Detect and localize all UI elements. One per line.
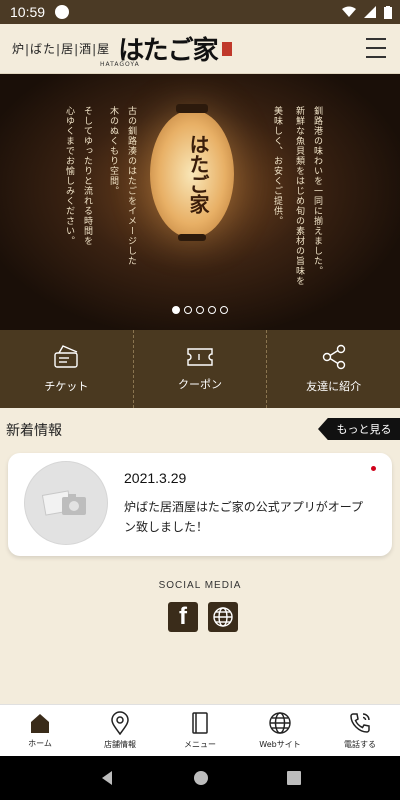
recents-icon[interactable] xyxy=(287,771,301,785)
tab-home-label: ホーム xyxy=(28,739,52,748)
facebook-icon[interactable]: f xyxy=(168,602,198,632)
carousel-dot[interactable] xyxy=(172,306,180,314)
news-title: 新着情報 xyxy=(6,423,62,439)
social-media-label: SOCIAL MEDIA xyxy=(158,580,242,591)
social-links: f xyxy=(168,602,238,632)
news-body: 炉ばた居酒屋はたご家の公式アプリがオープン致しました！ xyxy=(124,500,364,534)
hero-text-col: 釧路港の味わいを一同に揃えました。 xyxy=(312,106,322,276)
tab-store[interactable]: 店舗情報 xyxy=(80,705,160,756)
tab-website-label: Webサイト xyxy=(259,740,301,749)
back-icon[interactable] xyxy=(99,770,115,786)
ticket-label: チケット xyxy=(44,380,89,393)
hero-text-col: そしてゆったりと流れる時間を xyxy=(82,106,92,246)
news-header: 新着情報 もっと見る xyxy=(0,416,400,442)
refer-label: 友達に紹介 xyxy=(306,380,362,393)
carousel-dot[interactable] xyxy=(220,306,228,314)
hero-text-col: 木のぬくもり空間。 xyxy=(108,106,118,196)
tab-menu-label: メニュー xyxy=(184,740,216,749)
news-card[interactable]: 2021.3.29 炉ばた居酒屋はたご家の公式アプリがオープン致しました！ xyxy=(8,453,392,556)
ticket-button[interactable]: チケット xyxy=(0,330,133,408)
tab-phone[interactable]: 電話する xyxy=(320,705,400,756)
coupon-icon xyxy=(187,348,213,366)
hero-text-col: 美味しく、お安くご提供。 xyxy=(272,106,282,226)
carousel-dot[interactable] xyxy=(184,306,192,314)
unread-indicator xyxy=(371,466,376,471)
map-pin-icon xyxy=(111,711,129,735)
lantern-text: はたご家 xyxy=(186,134,210,214)
wifi-icon xyxy=(342,6,356,17)
logo-small-text: 炉|ばた|居|酒|屋 xyxy=(12,42,111,56)
home-icon xyxy=(31,714,49,733)
quick-nav: チケット クーポン 友達に紹介 xyxy=(0,330,400,408)
ticket-icon xyxy=(54,345,79,368)
logo-seal xyxy=(221,41,232,56)
system-nav-bar xyxy=(0,756,400,800)
tab-menu[interactable]: メニュー xyxy=(160,705,240,756)
globe-icon[interactable] xyxy=(208,602,238,632)
bottom-tab-bar: ホーム 店舗情報 メニュー Webサイト 電話する xyxy=(0,704,400,756)
phone-icon xyxy=(350,713,370,733)
hamburger-menu-icon[interactable] xyxy=(366,38,386,58)
carousel-dot[interactable] xyxy=(208,306,216,314)
app-header: 炉|ばた|居|酒|屋 はたご家 HATAGOYA xyxy=(0,24,400,74)
notification-icon xyxy=(55,5,70,19)
hero-text-col: 新鮮な魚貝類をはじめ旬の素材の旨味を xyxy=(294,106,304,286)
hero-banner[interactable]: 釧路港の味わいを一同に揃えました。 新鮮な魚貝類をはじめ旬の素材の旨味を 美味し… xyxy=(0,74,400,330)
lantern-base xyxy=(178,234,206,241)
signal-icon xyxy=(364,6,376,18)
hero-text-col: 心ゆくまでお愉しみください。 xyxy=(64,106,74,246)
coupon-button[interactable]: クーポン xyxy=(132,330,267,408)
photo-placeholder-icon xyxy=(42,490,86,516)
status-time: 10:59 xyxy=(10,4,46,20)
tab-store-label: 店舗情報 xyxy=(104,740,136,749)
logo-sub-text: HATAGOYA xyxy=(100,61,140,68)
tab-website[interactable]: Webサイト xyxy=(240,705,320,756)
tab-phone-label: 電話する xyxy=(344,740,376,749)
share-icon xyxy=(322,344,345,370)
battery-icon xyxy=(384,5,392,19)
globe-icon xyxy=(269,712,291,734)
menu-book-icon xyxy=(192,712,208,734)
tab-home[interactable]: ホーム xyxy=(0,705,80,756)
carousel-dot[interactable] xyxy=(196,306,204,314)
carousel-dots[interactable] xyxy=(0,306,400,314)
news-date: 2021.3.29 xyxy=(124,470,187,486)
news-thumbnail xyxy=(24,461,108,545)
home-button-icon[interactable] xyxy=(193,770,209,786)
coupon-label: クーポン xyxy=(178,378,222,391)
lantern-cap xyxy=(176,104,208,113)
see-more-button[interactable]: もっと見る xyxy=(318,418,400,440)
hero-text-col: 古の釧路湊のはたごをイメージした xyxy=(126,106,136,266)
status-bar: 10:59 xyxy=(0,0,400,24)
refer-friend-button[interactable]: 友達に紹介 xyxy=(266,330,400,408)
